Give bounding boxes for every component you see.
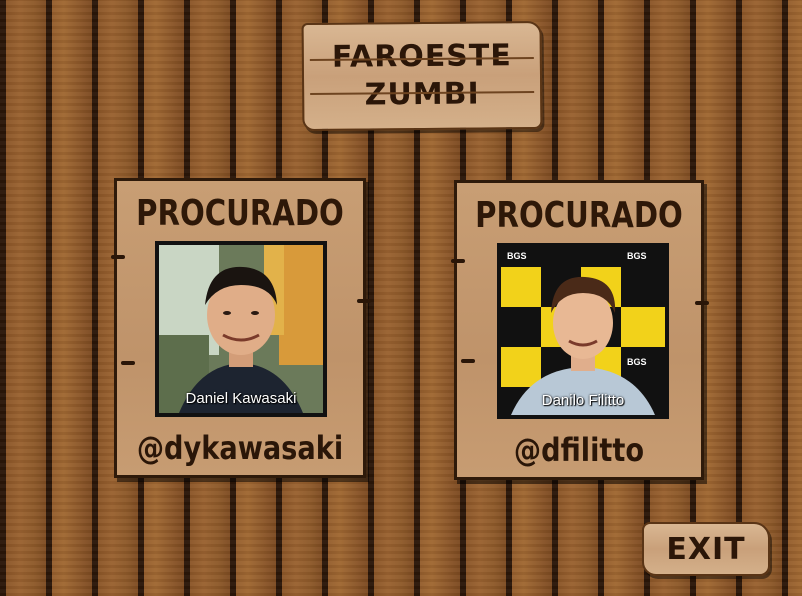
- photo-caption: Daniel Kawasaki: [185, 390, 297, 407]
- portrait-photo: BGS BGS BGS Danilo Filitto: [497, 243, 669, 419]
- portrait-image: [159, 245, 323, 413]
- twitter-handle: @dfilitto: [513, 431, 645, 469]
- portrait-photo: Daniel Kawasaki: [155, 241, 327, 417]
- game-title: FAROESTE ZUMBI: [331, 38, 512, 113]
- nail: [695, 301, 709, 305]
- twitter-handle: @dykawasaki: [136, 429, 344, 467]
- wanted-heading: PROCURADO: [136, 193, 344, 234]
- portrait-image: BGS BGS BGS: [501, 247, 665, 415]
- svg-text:BGS: BGS: [627, 251, 647, 261]
- exit-button[interactable]: EXIT: [642, 522, 770, 576]
- game-title-sign: FAROESTE ZUMBI: [301, 20, 543, 132]
- svg-text:BGS: BGS: [627, 357, 647, 367]
- nail: [461, 359, 475, 363]
- nail: [451, 259, 465, 263]
- nail: [111, 255, 125, 259]
- wanted-poster-daniel: PROCURADO Daniel Kawasaki @dykawasaki: [111, 178, 371, 478]
- nail: [121, 361, 135, 365]
- photo-caption: Danilo Filitto: [541, 392, 625, 409]
- exit-label: EXIT: [666, 531, 746, 567]
- nail: [357, 299, 371, 303]
- wanted-poster-danilo: PROCURADO BGS BGS BGS Danilo Filitto @df…: [451, 180, 709, 480]
- wanted-heading: PROCURADO: [475, 195, 683, 236]
- svg-text:BGS: BGS: [507, 251, 527, 261]
